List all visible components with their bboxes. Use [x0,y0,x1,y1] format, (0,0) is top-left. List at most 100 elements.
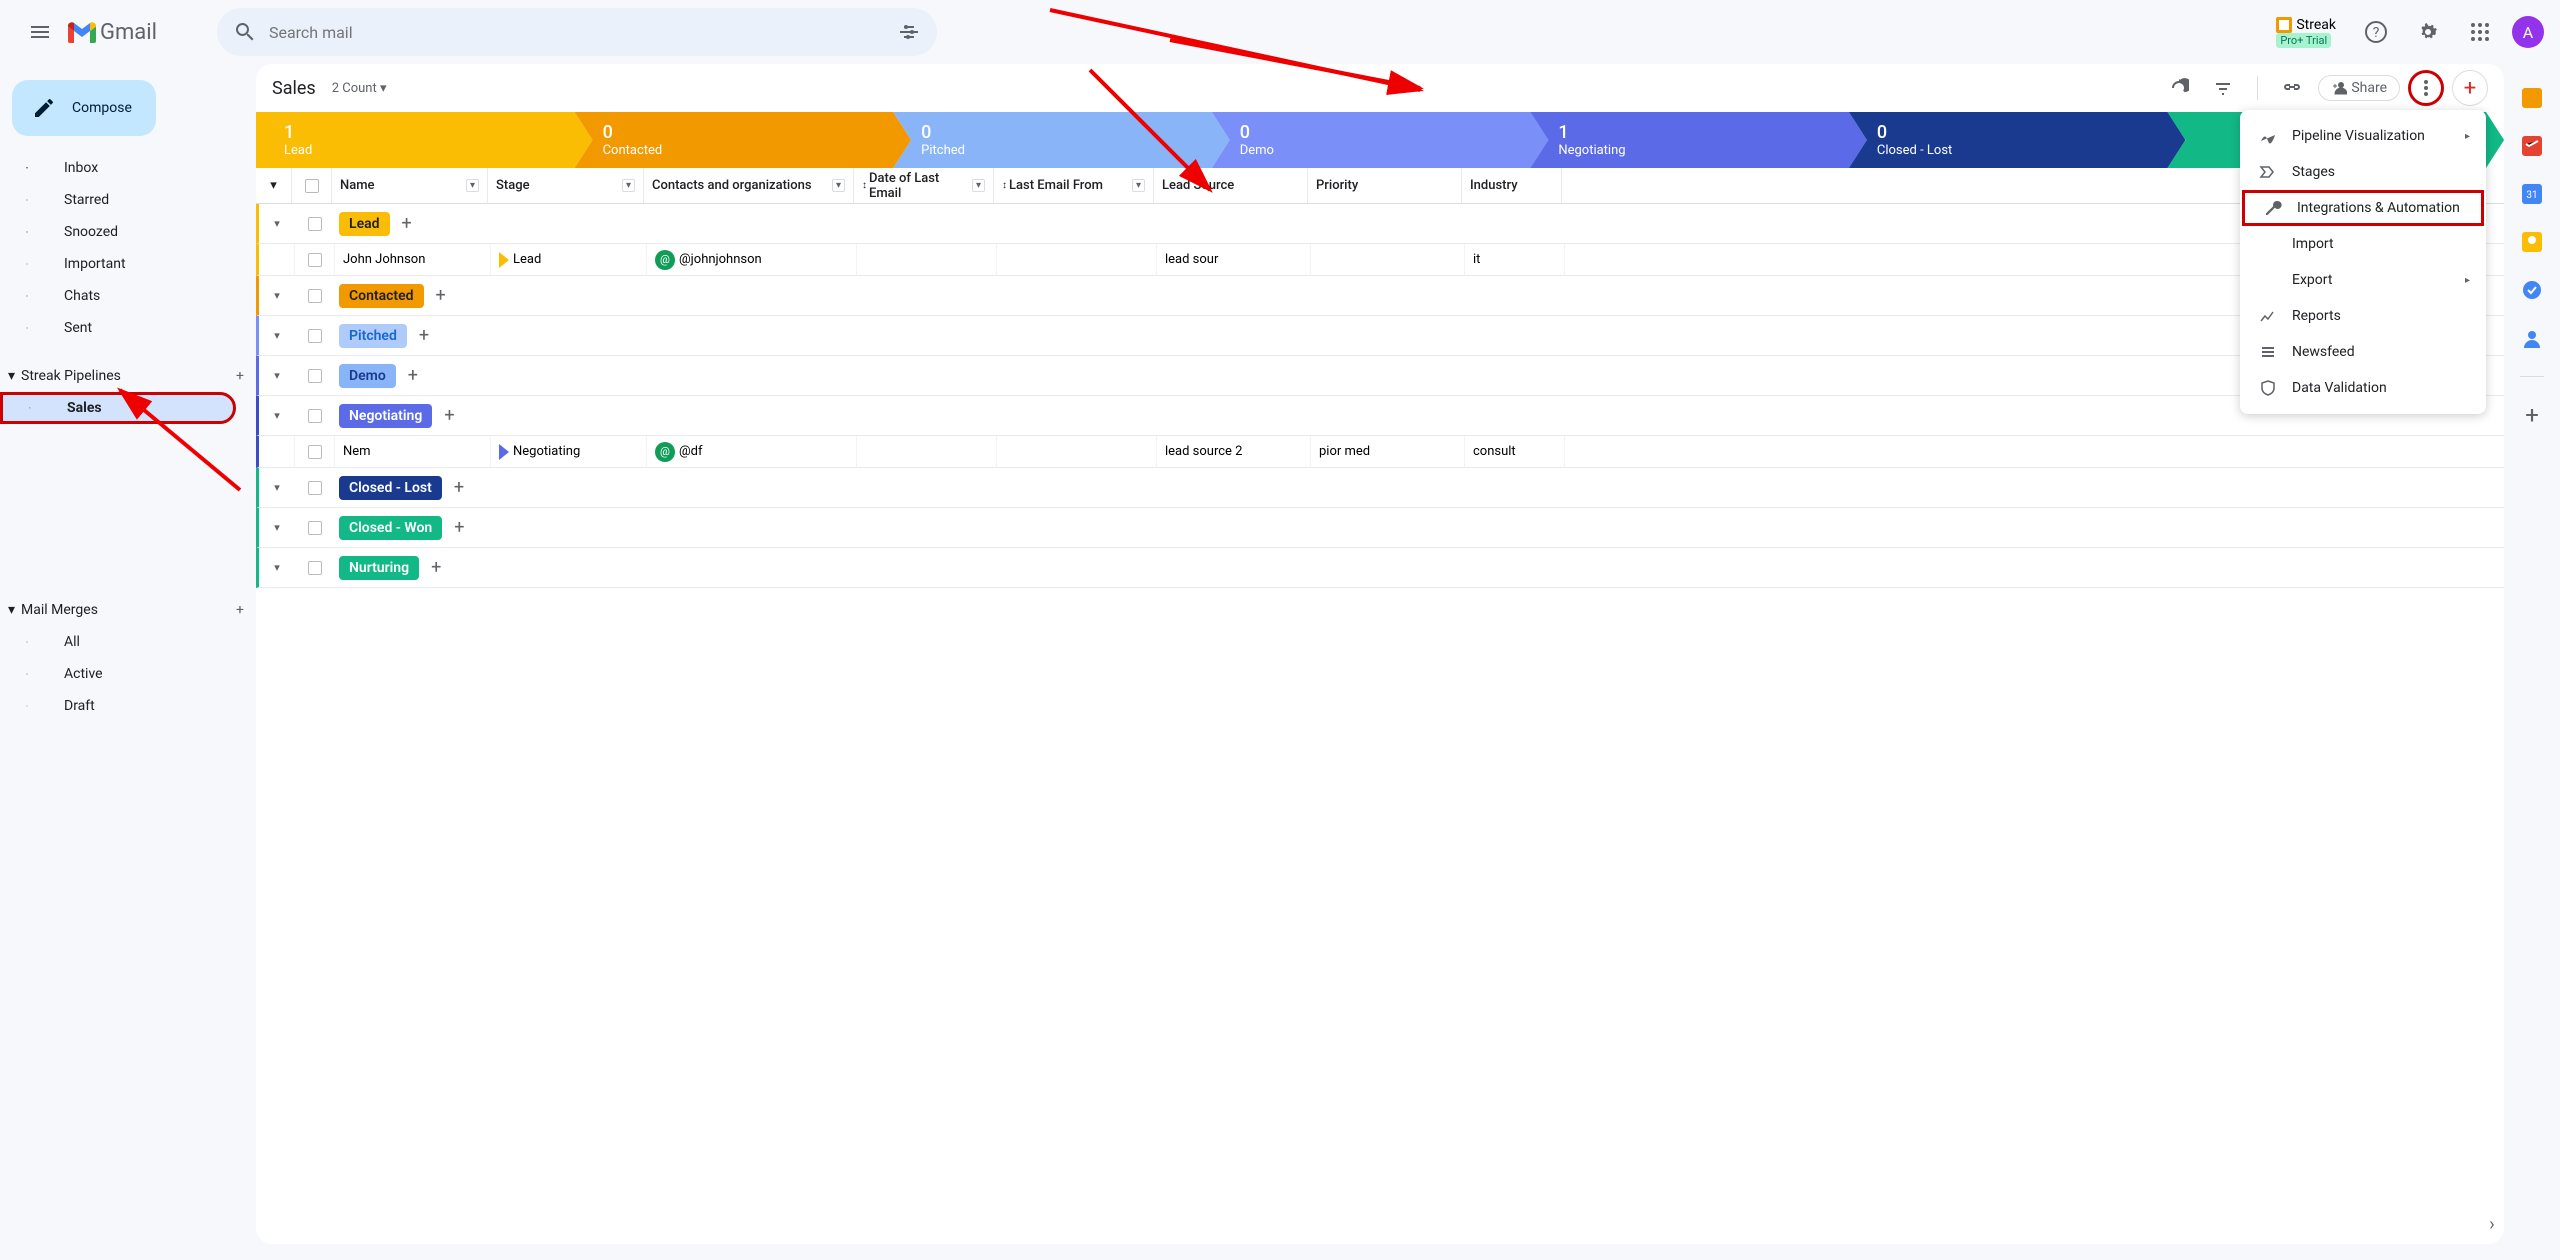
rail-add-button[interactable]: + [2525,401,2539,429]
link-button[interactable] [2274,70,2310,106]
refresh-icon [2169,78,2189,98]
dropdown-integrations-automation[interactable]: Integrations & Automation [2242,190,2484,226]
col-from[interactable]: ↕Last Email From▾ [994,168,1154,203]
merge-all[interactable]: All [0,626,256,658]
group-nurturing[interactable]: ▾Nurturing+ [256,548,2504,588]
add-box-button[interactable]: + [2452,70,2488,106]
add-row-button[interactable]: + [402,213,412,234]
rail-calendar-icon[interactable]: 31 [2522,184,2542,208]
settings-button[interactable] [2408,12,2448,52]
streak-badge[interactable]: Streak Pro+ Trial [2268,15,2344,50]
nav-sent[interactable]: Sent [0,312,256,344]
menu-button[interactable] [16,8,64,56]
rail-streak-icon[interactable] [2522,88,2542,112]
apps-button[interactable] [2460,12,2500,52]
group-pitched[interactable]: ▾Pitched+ [256,316,2504,356]
pencil-icon [32,96,56,120]
stage-pitched[interactable]: 0Pitched [893,112,1230,168]
stage-negotiating[interactable]: 1Negotiating [1530,112,1867,168]
more-options-button[interactable] [2408,70,2444,106]
gmail-logo[interactable]: Gmail [68,20,157,45]
add-pipeline-button[interactable]: + [236,368,244,384]
nav-important[interactable]: Important [0,248,256,280]
streak-pipelines-section[interactable]: ▾ Streak Pipelines + [0,360,256,392]
dropdown-export[interactable]: Export▸ [2240,262,2486,298]
sent-icon [26,318,28,338]
col-name[interactable]: Name▾ [332,168,488,203]
dropdown-reports[interactable]: Reports [2240,298,2486,334]
search-input[interactable] [269,23,897,42]
refresh-button[interactable] [2161,70,2197,106]
search-options-icon[interactable] [897,20,921,44]
add-row-button[interactable]: + [454,517,464,538]
add-row-button[interactable]: + [436,285,446,306]
nav-inbox[interactable]: Inbox [0,152,256,184]
nav-chats[interactable]: Chats [0,280,256,312]
group-demo[interactable]: ▾Demo+ [256,356,2504,396]
help-button[interactable]: ? [2356,12,2396,52]
account-avatar[interactable]: A [2512,16,2544,48]
group-closed---won[interactable]: ▾Closed - Won+ [256,508,2504,548]
merge-active[interactable]: Active [0,658,256,690]
stage-lead[interactable]: 1Lead [256,112,593,168]
add-row-button[interactable]: + [454,477,464,498]
col-lead-source[interactable]: Lead Source [1154,168,1308,203]
table-body: ▾Lead+ John Johnson Lead @@johnjohnson l… [256,204,2504,588]
col-stage[interactable]: Stage▾ [488,168,644,203]
add-row-button[interactable]: + [419,325,429,346]
table-row[interactable]: Nem Negotiating @@df lead source 2 pior … [256,436,2504,468]
streak-label: Streak [2296,17,2336,33]
col-expand[interactable]: ▾ [256,168,292,203]
star-icon [26,190,28,210]
gear-icon [2416,20,2440,44]
compose-button[interactable]: Compose [12,80,156,136]
stage-demo[interactable]: 0Demo [1212,112,1549,168]
rail-tasks-icon[interactable] [2522,280,2542,304]
dropdown-data-validation[interactable]: Data Validation [2240,370,2486,406]
dropdown-newsfeed[interactable]: Newsfeed [2240,334,2486,370]
group-contacted[interactable]: ▾Contacted+ [256,276,2504,316]
search-bar[interactable] [217,8,937,56]
pipeline-title: Sales [272,78,316,99]
rail-todoist-icon[interactable] [2522,136,2542,160]
play-circle-icon [26,664,28,684]
mail-merges-section[interactable]: ▾ Mail Merges + [0,594,256,626]
group-lead[interactable]: ▾Lead+ [256,204,2504,244]
svg-text:?: ? [2373,25,2380,41]
col-date[interactable]: ↕Date of Last Email▾ [854,168,994,203]
share-button[interactable]: Share [2318,75,2400,101]
stage-closed---lost[interactable]: 0Closed - Lost [1849,112,2186,168]
stages-bar: 1Lead0Contacted0Pitched0Demo1Negotiating… [256,112,2504,168]
important-icon [26,254,28,274]
chat-icon [26,286,28,306]
add-row-button[interactable]: + [444,405,454,426]
add-row-button[interactable]: + [408,365,418,386]
sidebar-pipeline-sales[interactable]: Sales [0,392,236,424]
add-merge-button[interactable]: + [236,602,244,618]
nav-starred[interactable]: Starred [0,184,256,216]
help-icon: ? [2364,20,2388,44]
col-contacts[interactable]: Contacts and organizations▾ [644,168,854,203]
nav-snoozed[interactable]: Snoozed [0,216,256,248]
apps-grid-icon [2468,20,2492,44]
dropdown-pipeline-visualization[interactable]: Pipeline Visualization▸ [2240,118,2486,154]
stage-contacted[interactable]: 0Contacted [575,112,912,168]
group-negotiating[interactable]: ▾Negotiating+ [256,396,2504,436]
group-closed---lost[interactable]: ▾Closed - Lost+ [256,468,2504,508]
hamburger-icon [28,20,52,44]
scroll-right-button[interactable]: › [2480,1212,2504,1236]
dropdown-import[interactable]: Import [2240,226,2486,262]
streak-plan-badge: Pro+ Trial [2276,33,2331,48]
col-checkbox[interactable] [292,168,332,203]
dropdown-stages[interactable]: Stages [2240,154,2486,190]
rail-keep-icon[interactable] [2522,232,2542,256]
pipeline-count[interactable]: 2 Count ▾ [332,81,387,96]
streak-icon [2276,17,2292,33]
filter-button[interactable] [2205,70,2241,106]
col-priority[interactable]: Priority [1308,168,1462,203]
col-industry[interactable]: Industry [1462,168,1562,203]
rail-contacts-icon[interactable] [2522,328,2542,352]
merge-draft[interactable]: Draft [0,690,256,722]
add-row-button[interactable]: + [431,557,441,578]
table-row[interactable]: John Johnson Lead @@johnjohnson lead sou… [256,244,2504,276]
